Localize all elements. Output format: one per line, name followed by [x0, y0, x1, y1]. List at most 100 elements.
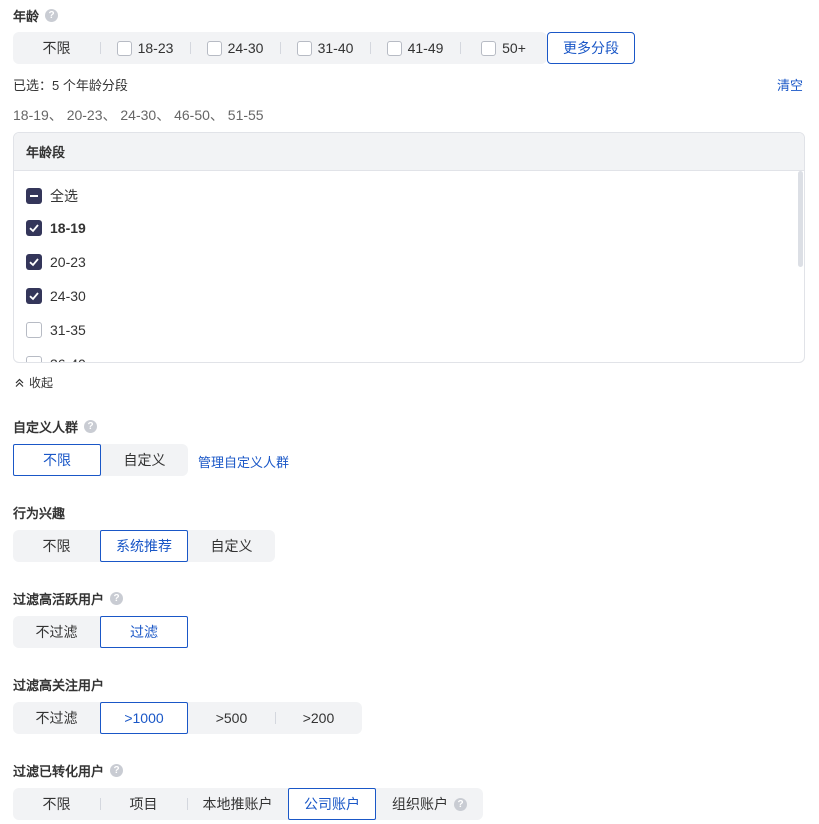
option-label: 不限: [42, 796, 71, 812]
clear-button[interactable]: 清空: [777, 75, 803, 94]
option-label: >1000: [124, 710, 164, 726]
filter-active-option-none[interactable]: 不过滤: [13, 616, 100, 648]
custom-audience-option-unlimited[interactable]: 不限: [13, 444, 101, 476]
behavior-option-custom[interactable]: 自定义: [188, 530, 275, 562]
filter-active-users-segment: 不过滤 过滤: [13, 616, 188, 648]
section-title-text: 过滤已转化用户: [13, 764, 105, 779]
age-title-text: 年龄: [13, 9, 40, 24]
age-option-label: 31-40: [317, 40, 354, 56]
converted-option-local-account[interactable]: 本地推账户: [187, 788, 288, 820]
filter-active-option-filter[interactable]: 过滤: [100, 616, 188, 648]
scrollbar-thumb[interactable]: [798, 171, 803, 267]
converted-option-project[interactable]: 项目: [100, 788, 187, 820]
list-item[interactable]: 20-23: [26, 254, 86, 270]
follow-option-200[interactable]: >200: [275, 702, 362, 734]
option-label: 18-19: [50, 220, 86, 236]
custom-audience-title: 自定义人群 ?: [13, 417, 98, 436]
section-title-text: 过滤高活跃用户: [13, 592, 105, 607]
help-icon[interactable]: ?: [454, 797, 467, 811]
section-title-text: 过滤高关注用户: [13, 678, 105, 693]
option-label: 不限: [43, 452, 71, 468]
more-segments-button[interactable]: 更多分段: [547, 32, 635, 64]
age-option-label: 41-49: [407, 40, 444, 56]
checkbox-icon: [296, 40, 312, 56]
checkbox-icon: [386, 40, 402, 56]
collapse-button[interactable]: 收起: [14, 374, 53, 391]
age-segment-group: 不限 18-23 24-30 31-40 41-49 50+: [13, 32, 547, 64]
list-item[interactable]: 31-35: [26, 322, 86, 338]
option-label: 24-30: [50, 288, 86, 304]
converted-option-unlimited[interactable]: 不限: [13, 788, 100, 820]
option-label: >200: [302, 710, 335, 726]
behavior-option-recommended[interactable]: 系统推荐: [100, 530, 188, 562]
custom-audience-segment: 不限 自定义: [13, 444, 188, 476]
option-label: 组织账户: [392, 796, 448, 812]
selected-list: 18-19、 20-23、 24-30、 46-50、 51-55: [13, 107, 264, 123]
filter-converted-title: 过滤已转化用户 ?: [13, 761, 124, 780]
option-label: 公司账户: [304, 796, 360, 812]
selected-summary: 已选：5 个年龄分段: [13, 78, 128, 93]
age-option-18-23[interactable]: 18-23: [100, 32, 190, 64]
follow-option-1000[interactable]: >1000: [100, 702, 188, 734]
filter-active-users-title: 过滤高活跃用户 ?: [13, 589, 124, 608]
option-label: 系统推荐: [116, 538, 172, 554]
help-icon[interactable]: ?: [84, 420, 98, 433]
select-all-row[interactable]: 全选: [26, 186, 78, 206]
more-segments-label: 更多分段: [563, 40, 619, 56]
list-item[interactable]: 36-40: [26, 356, 86, 362]
collapse-label: 收起: [29, 376, 54, 390]
option-label: 自定义: [210, 538, 253, 554]
option-label: 全选: [50, 188, 78, 204]
custom-audience-option-custom[interactable]: 自定义: [101, 444, 188, 476]
behavior-interest-segment: 不限 系统推荐 自定义: [13, 530, 275, 562]
age-option-label: 50+: [502, 40, 526, 56]
section-title-text: 行为兴趣: [13, 506, 66, 521]
age-option-31-40[interactable]: 31-40: [280, 32, 370, 64]
age-option-label: 24-30: [227, 40, 264, 56]
option-label: 本地推账户: [202, 796, 273, 812]
help-icon[interactable]: ?: [45, 9, 59, 22]
age-option-50-plus[interactable]: 50+: [460, 32, 547, 64]
option-label: 不限: [42, 538, 71, 554]
unchecked-checkbox-icon[interactable]: [26, 322, 42, 338]
checkbox-icon: [116, 40, 132, 56]
double-chevron-up-icon: [15, 378, 24, 387]
behavior-interest-title: 行为兴趣: [13, 503, 65, 522]
option-label: 不过滤: [35, 624, 78, 640]
option-label: 36-40: [50, 356, 86, 362]
help-icon[interactable]: ?: [110, 764, 124, 777]
age-option-unlimited[interactable]: 不限: [13, 32, 100, 64]
checked-checkbox-icon[interactable]: [26, 254, 42, 270]
filter-high-follow-segment: 不过滤 >1000 >500 >200: [13, 702, 362, 734]
option-label: 31-35: [50, 322, 86, 338]
indeterminate-checkbox-icon[interactable]: [26, 188, 42, 204]
follow-option-500[interactable]: >500: [188, 702, 275, 734]
scrollbar[interactable]: [796, 171, 804, 362]
unchecked-checkbox-icon[interactable]: [26, 356, 42, 362]
section-title-text: 自定义人群: [13, 420, 79, 435]
behavior-option-unlimited[interactable]: 不限: [13, 530, 100, 562]
filter-converted-segment: 不限 项目 本地推账户 公司账户 组织账户 ?: [13, 788, 483, 820]
age-range-table: 年龄段 全选 18-19 20-23 24-30 31-35 36-40: [13, 132, 805, 363]
age-option-label: 18-23: [137, 40, 174, 56]
filter-high-follow-title: 过滤高关注用户: [13, 675, 104, 694]
help-icon[interactable]: ?: [110, 592, 124, 605]
checked-checkbox-icon[interactable]: [26, 220, 42, 236]
list-item[interactable]: 24-30: [26, 288, 86, 304]
age-option-label: 不限: [42, 40, 71, 56]
converted-option-org-account[interactable]: 组织账户 ?: [376, 788, 483, 820]
follow-option-none[interactable]: 不过滤: [13, 702, 100, 734]
converted-option-company-account[interactable]: 公司账户: [288, 788, 376, 820]
table-header: 年龄段: [14, 133, 804, 171]
option-label: 自定义: [123, 452, 166, 468]
option-label: 20-23: [50, 254, 86, 270]
age-option-24-30[interactable]: 24-30: [190, 32, 280, 64]
age-section-title: 年龄 ?: [13, 6, 59, 25]
checked-checkbox-icon[interactable]: [26, 288, 42, 304]
age-option-41-49[interactable]: 41-49: [370, 32, 460, 64]
checkbox-icon: [206, 40, 222, 56]
checkbox-icon: [481, 40, 497, 56]
option-label: 过滤: [130, 624, 158, 640]
manage-custom-audience-link[interactable]: 管理自定义人群: [198, 452, 289, 471]
list-item[interactable]: 18-19: [26, 220, 86, 236]
